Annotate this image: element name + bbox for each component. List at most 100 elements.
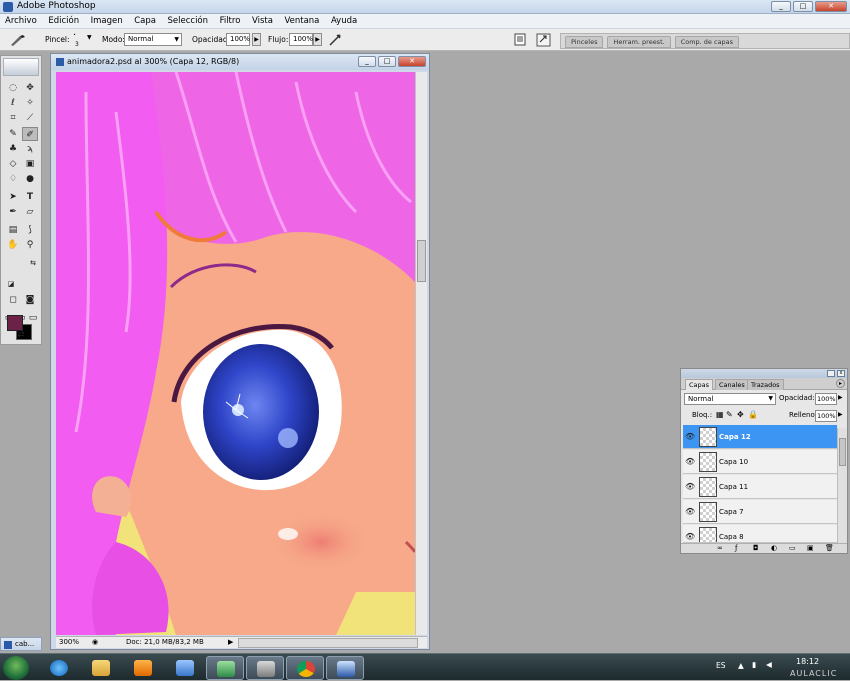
screen-mode-full-icon[interactable]: ▭ (27, 311, 39, 325)
maximize-button[interactable]: □ (793, 1, 813, 12)
new-group-icon[interactable]: ▭ (789, 544, 796, 552)
status-menu-arrow-icon[interactable]: ▶ (228, 638, 233, 646)
clock-time[interactable]: 18:12 (796, 657, 819, 666)
layers-scrollbar[interactable] (837, 428, 847, 543)
network-icon[interactable]: ▮ (752, 660, 756, 669)
menu-ayuda[interactable]: Ayuda (326, 14, 361, 28)
language-indicator[interactable]: ES (716, 661, 726, 670)
magic-wand-icon[interactable]: ✧ (22, 96, 38, 110)
blend-mode-select[interactable]: Normal ▼ (684, 393, 776, 405)
panel-close-button[interactable]: x (837, 370, 845, 377)
tab-herramientas-preestablecidas[interactable]: Herram. preest. (607, 36, 671, 48)
brush-tool-icon[interactable] (8, 33, 26, 47)
menu-imagen[interactable]: Imagen (86, 14, 127, 28)
tab-pinceles[interactable]: Pinceles (565, 36, 604, 48)
doc-minimize-button[interactable]: _ (358, 56, 376, 67)
shape-tool-icon[interactable]: ▱ (22, 205, 38, 219)
minimized-window[interactable]: cab... (0, 637, 42, 651)
marquee-tool-icon[interactable]: ◌ (5, 81, 21, 95)
link-layers-icon[interactable]: ∞ (717, 544, 723, 552)
taskbar-app-5[interactable] (206, 656, 244, 680)
eye-icon[interactable]: 👁 (685, 457, 695, 466)
menu-ventana[interactable]: Ventana (279, 14, 323, 28)
zoom-tool-icon[interactable]: ⚲ (22, 238, 38, 252)
menu-edicion[interactable]: Edición (43, 14, 83, 28)
tab-capas[interactable]: Capas (685, 379, 714, 390)
zoom-level[interactable]: 300% (59, 638, 79, 646)
tray-arrow-icon[interactable]: ▲ (738, 661, 744, 670)
taskbar-internet-explorer[interactable] (40, 656, 78, 680)
menu-vista[interactable]: Vista (247, 14, 277, 28)
eye-icon[interactable]: 👁 (685, 532, 695, 541)
taskbar-app-4[interactable] (166, 656, 204, 680)
brush-preview[interactable]: · (73, 30, 76, 41)
pen-tool-icon[interactable]: ✒ (5, 205, 21, 219)
layer-mask-icon[interactable]: ◘ (753, 544, 759, 552)
start-button[interactable] (3, 656, 29, 680)
foreground-color-swatch[interactable] (7, 315, 23, 331)
menu-archivo[interactable]: Archivo (0, 14, 41, 28)
fill-arrow-icon[interactable]: ▶ (838, 411, 843, 418)
panel-menu-icon[interactable]: ▸ (836, 379, 845, 388)
horizontal-scrollbar[interactable] (238, 638, 418, 648)
lock-position-icon[interactable]: ✥ (737, 410, 744, 419)
eye-icon[interactable]: 👁 (685, 482, 695, 491)
crop-tool-icon[interactable]: ⌗ (5, 111, 21, 125)
close-button[interactable]: ✕ (815, 1, 847, 12)
healing-brush-icon[interactable]: ✎ (5, 127, 21, 141)
document-vertical-scrollbar[interactable] (415, 72, 427, 635)
palette-toggle-icon[interactable] (514, 33, 526, 46)
blur-tool-icon[interactable]: ♢ (5, 172, 21, 186)
lock-all-icon[interactable]: 🔒 (748, 410, 758, 419)
volume-icon[interactable]: ◀ (766, 660, 772, 669)
canvas[interactable] (56, 72, 415, 635)
tab-composiciones-capas[interactable]: Comp. de capas (674, 36, 740, 48)
slice-tool-icon[interactable]: ⟋ (22, 111, 38, 125)
notes-tool-icon[interactable]: ▤ (5, 223, 21, 237)
layer-row[interactable]: 👁 Capa 10 (683, 450, 837, 474)
path-selection-icon[interactable]: ➤ (5, 190, 21, 204)
taskbar-explorer[interactable] (82, 656, 120, 680)
minimize-button[interactable]: _ (771, 1, 791, 12)
layers-scrollbar-thumb[interactable] (839, 438, 846, 466)
eyedropper-tool-icon[interactable]: ⟆ (22, 223, 38, 237)
gradient-tool-icon[interactable]: ▣ (22, 157, 38, 171)
lasso-tool-icon[interactable]: ℓ (5, 96, 21, 110)
default-colors-icon[interactable]: ◪ (3, 277, 19, 291)
taskbar-app-6[interactable] (246, 656, 284, 680)
swap-colors-icon[interactable]: ⇆ (25, 256, 41, 270)
doc-close-button[interactable]: ✕ (398, 56, 426, 67)
opacity-input[interactable]: 100% (226, 33, 250, 46)
layer-style-icon[interactable]: ƒ (735, 544, 737, 552)
lock-transparency-icon[interactable]: ▦ (716, 410, 724, 419)
scrollbar-thumb[interactable] (417, 240, 426, 282)
layer-opacity-input[interactable]: 100% (815, 393, 837, 405)
new-layer-icon[interactable]: ▣ (807, 544, 814, 552)
taskbar-photoshop[interactable] (326, 656, 364, 680)
move-tool-icon[interactable]: ✥ (22, 81, 38, 95)
clone-stamp-icon[interactable]: ♣ (5, 142, 21, 156)
airbrush-icon[interactable] (328, 33, 342, 47)
taskbar-media-player[interactable] (124, 656, 162, 680)
adjustment-layer-icon[interactable]: ◐ (771, 544, 777, 552)
opacity-arrow-icon[interactable]: ▶ (838, 394, 843, 401)
flow-slider-button[interactable]: ▶ (313, 33, 322, 46)
eye-icon[interactable]: 👁 (685, 507, 695, 516)
photoshop-feather-logo[interactable] (3, 58, 39, 76)
layer-row[interactable]: 👁 Capa 11 (683, 475, 837, 499)
tab-trazados[interactable]: Trazados (747, 379, 784, 390)
flow-input[interactable]: 100% (289, 33, 313, 46)
quick-mask-icon[interactable]: ◙ (22, 293, 38, 307)
brush-dropdown-icon[interactable]: ▼ (87, 34, 92, 41)
panel-minimize-button[interactable] (827, 370, 835, 377)
eye-icon[interactable]: 👁 (685, 432, 695, 441)
type-tool-icon[interactable]: T (22, 190, 38, 204)
mode-select[interactable]: Normal ▼ (124, 33, 182, 46)
eraser-tool-icon[interactable]: ◇ (5, 157, 21, 171)
dodge-tool-icon[interactable]: ● (22, 172, 38, 186)
menu-filtro[interactable]: Filtro (215, 14, 245, 28)
history-brush-icon[interactable]: ϡ (22, 142, 38, 156)
doc-maximize-button[interactable]: □ (378, 56, 396, 67)
menu-seleccion[interactable]: Selección (163, 14, 213, 28)
lock-image-icon[interactable]: ✎ (726, 410, 733, 419)
